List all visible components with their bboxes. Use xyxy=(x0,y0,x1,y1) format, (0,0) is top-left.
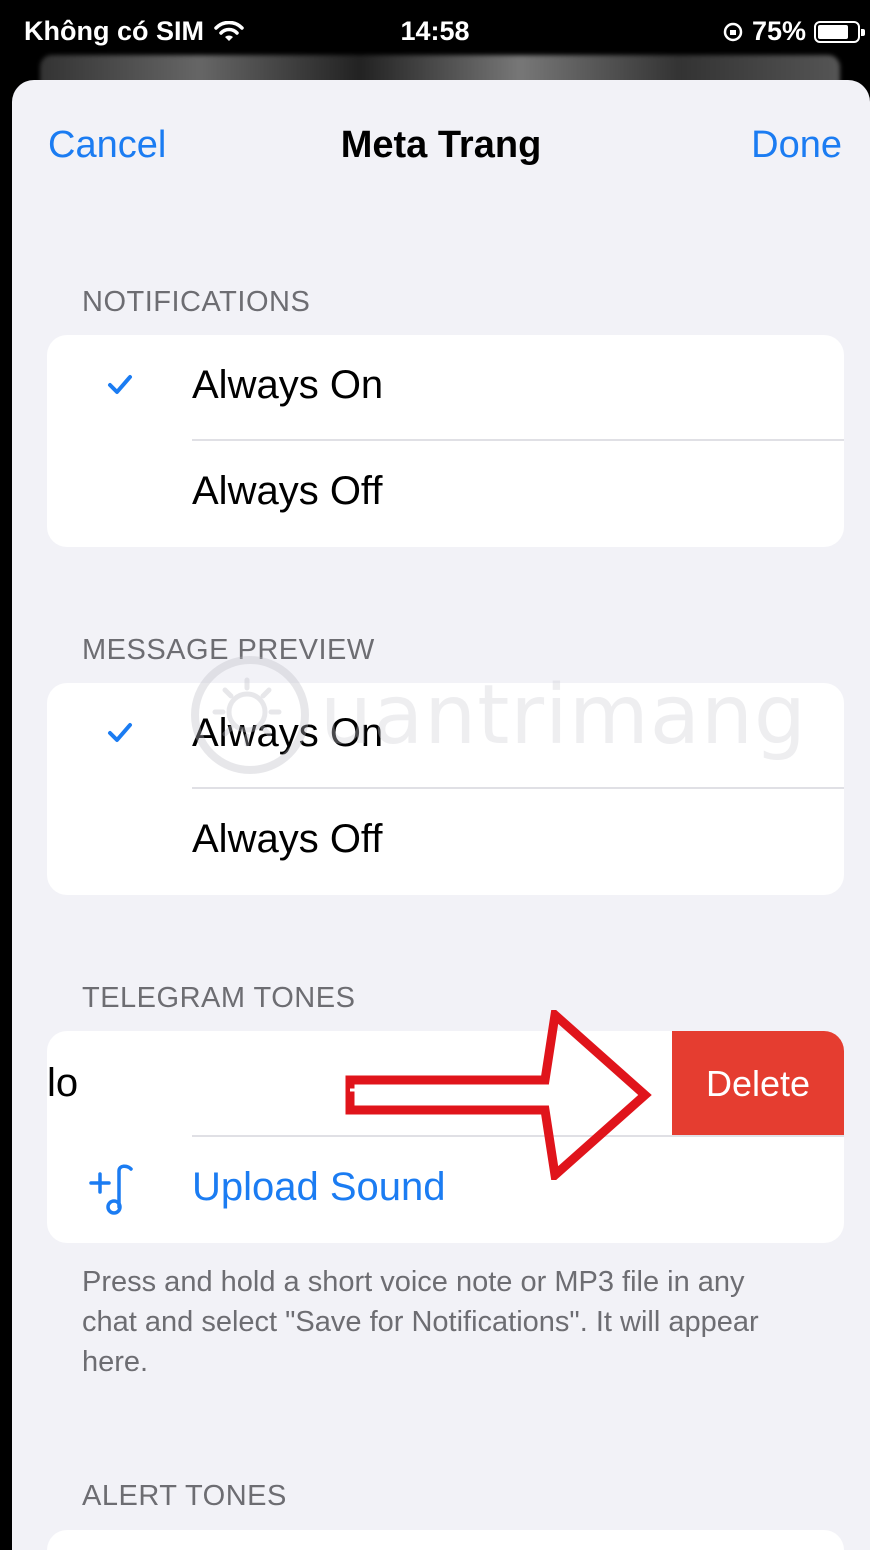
message-preview-group: Always On Always Off xyxy=(47,683,844,895)
battery-percent: 75% xyxy=(751,16,806,46)
delete-button[interactable]: Delete xyxy=(672,1031,844,1137)
preview-always-off-label: Always Off xyxy=(192,817,383,861)
battery-icon xyxy=(814,20,865,43)
checkmark-icon xyxy=(108,375,132,394)
notifications-always-on-row[interactable]: Always On xyxy=(47,335,844,441)
notifications-always-off-label: Always Off xyxy=(192,469,383,513)
settings-sheet: Cancel Meta Trang Done NOTIFICATIONS Alw… xyxy=(12,80,870,1550)
done-button[interactable]: Done xyxy=(751,124,842,167)
notifications-always-off-row[interactable]: Always Off xyxy=(47,441,844,547)
message-preview-header: MESSAGE PREVIEW xyxy=(82,634,375,666)
music-note-plus-icon xyxy=(89,1164,133,1215)
alert-tones-group xyxy=(47,1530,844,1550)
page-title: Meta Trang xyxy=(340,124,542,166)
notifications-group: Always On Always Off xyxy=(47,335,844,547)
checkmark-icon xyxy=(108,723,132,742)
alert-tones-header: ALERT TONES xyxy=(82,1480,287,1512)
screen: Không có SIM 14:58 75% Cancel Meta Trang… xyxy=(0,0,870,1550)
preview-always-on-label: Always On xyxy=(192,711,384,755)
notifications-header: NOTIFICATIONS xyxy=(82,286,311,318)
orientation-lock-icon xyxy=(723,22,743,41)
preview-always-on-row[interactable]: Always On xyxy=(47,683,844,789)
telegram-tones-header: TELEGRAM TONES xyxy=(82,982,356,1014)
tone-name: lo xyxy=(47,1061,79,1105)
annotation-arrow-icon xyxy=(345,1010,652,1180)
notifications-always-on-label: Always On xyxy=(192,363,384,407)
telegram-tones-footnote: Press and hold a short voice note or MP3… xyxy=(82,1266,759,1378)
status-right-group: 75% xyxy=(722,16,865,47)
preview-always-off-row[interactable]: Always Off xyxy=(47,789,844,895)
